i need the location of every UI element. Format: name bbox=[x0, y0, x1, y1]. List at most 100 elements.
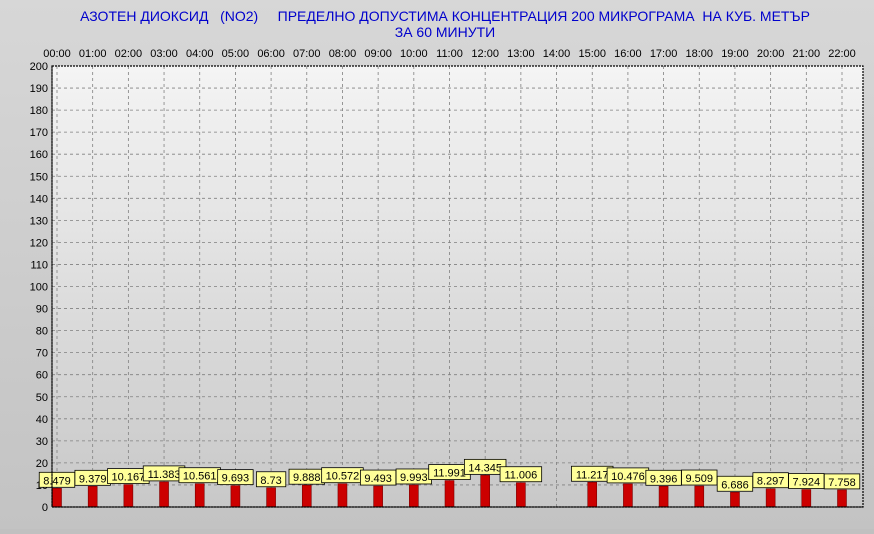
x-tick-label: 18:00 bbox=[686, 48, 714, 60]
y-tick-label: 0 bbox=[42, 502, 48, 514]
value-label-text: 9.509 bbox=[686, 473, 714, 485]
bar bbox=[230, 485, 241, 508]
value-label: 9.693 bbox=[217, 469, 254, 486]
x-tick-label: 07:00 bbox=[293, 48, 321, 60]
bar bbox=[337, 483, 348, 508]
value-label-text: 10.167 bbox=[112, 472, 146, 484]
chart-subtitle: ЗА 60 МИНУТИ bbox=[395, 24, 496, 40]
x-tick-label: 13:00 bbox=[507, 48, 535, 60]
y-tick-label: 90 bbox=[36, 304, 48, 316]
y-tick-label: 30 bbox=[36, 436, 48, 448]
value-label: 9.888 bbox=[288, 468, 325, 485]
y-axis-ticks: 0102030405060708090100110120130140150160… bbox=[30, 61, 48, 514]
x-tick-label: 12:00 bbox=[471, 48, 499, 60]
bar bbox=[765, 488, 776, 508]
x-tick-label: 14:00 bbox=[543, 48, 571, 60]
x-tick-label: 11:00 bbox=[436, 48, 463, 60]
bar bbox=[87, 486, 98, 508]
value-label-text: 11.006 bbox=[504, 470, 537, 482]
value-label-text: 9.888 bbox=[293, 472, 321, 484]
y-tick-label: 180 bbox=[30, 105, 48, 117]
value-label-text: 14.345 bbox=[468, 462, 502, 474]
x-tick-label: 19:00 bbox=[721, 48, 749, 60]
value-label: 6.686 bbox=[716, 475, 754, 492]
y-tick-label: 50 bbox=[36, 392, 48, 404]
x-tick-label: 09:00 bbox=[364, 48, 392, 60]
value-label-text: 8.73 bbox=[260, 475, 281, 487]
value-label: 7.924 bbox=[788, 473, 825, 489]
value-label-text: 6.686 bbox=[721, 479, 749, 491]
value-label-text: 10.572 bbox=[326, 471, 360, 483]
y-tick-label: 190 bbox=[30, 83, 48, 95]
value-label-text: 7.924 bbox=[793, 477, 821, 489]
x-tick-label: 20:00 bbox=[757, 48, 785, 60]
value-label-text: 9.396 bbox=[650, 473, 678, 485]
value-label: 8.73 bbox=[255, 471, 287, 488]
bar bbox=[266, 487, 276, 508]
y-tick-label: 110 bbox=[30, 259, 48, 271]
chart-container: АЗОТЕН ДИОКСИД (NO2) ПРЕДЕЛНО ДОПУСТИМА … bbox=[0, 0, 874, 529]
value-label: 9.396 bbox=[645, 469, 682, 486]
x-tick-label: 04:00 bbox=[186, 48, 214, 60]
bar bbox=[480, 475, 490, 508]
value-label-text: 9.379 bbox=[79, 473, 107, 485]
value-label: 8.297 bbox=[752, 472, 789, 489]
value-label: 10.572 bbox=[321, 467, 364, 484]
no2-bar-chart: АЗОТЕН ДИОКСИД (NO2) ПРЕДЕЛНО ДОПУСТИМА … bbox=[30, 8, 864, 514]
x-tick-label: 17:00 bbox=[650, 48, 678, 60]
bar bbox=[658, 485, 669, 508]
bar bbox=[801, 489, 812, 508]
bar bbox=[730, 491, 740, 508]
value-label-text: 10.476 bbox=[611, 471, 645, 483]
y-tick-label: 60 bbox=[36, 370, 48, 382]
x-axis-ticks: 00:00 01:00 02:00 03:00 04:00 05:00 06:00 07:00… bbox=[43, 48, 856, 60]
x-tick-label: 10:00 bbox=[400, 48, 428, 60]
value-label-text: 8.297 bbox=[757, 476, 785, 488]
x-tick-label: 21:00 bbox=[793, 48, 821, 60]
y-tick-label: 140 bbox=[30, 193, 48, 205]
value-label: 11.006 bbox=[499, 466, 543, 483]
value-label: 9.493 bbox=[359, 469, 397, 486]
value-label: 10.561 bbox=[178, 467, 221, 484]
value-label: 7.758 bbox=[823, 473, 861, 490]
bar bbox=[587, 481, 598, 508]
value-label-text: 11.991 bbox=[433, 468, 466, 480]
bar bbox=[373, 485, 383, 508]
y-tick-label: 70 bbox=[36, 348, 48, 360]
x-tick-label: 15:00 bbox=[578, 48, 606, 60]
value-label-text: 9.993 bbox=[400, 472, 428, 484]
bar bbox=[409, 484, 419, 508]
value-label-text: 11.383 bbox=[148, 469, 181, 481]
bar bbox=[301, 484, 312, 508]
bar bbox=[123, 484, 134, 508]
x-tick-label: 01:00 bbox=[79, 48, 107, 60]
x-tick-label: 06:00 bbox=[257, 48, 285, 60]
x-tick-label: 22:00 bbox=[828, 48, 856, 60]
value-label: 10.476 bbox=[606, 467, 650, 484]
value-label-text: 9.693 bbox=[222, 473, 250, 485]
bar bbox=[694, 485, 705, 508]
x-tick-label: 08:00 bbox=[329, 48, 357, 60]
x-tick-label: 03:00 bbox=[150, 48, 178, 60]
value-label-text: 11.217 bbox=[576, 469, 609, 481]
bar bbox=[444, 480, 455, 508]
y-tick-label: 170 bbox=[30, 127, 48, 139]
x-tick-label: 05:00 bbox=[222, 48, 250, 60]
bar bbox=[623, 483, 633, 508]
bar bbox=[837, 489, 847, 508]
y-tick-label: 40 bbox=[36, 414, 48, 426]
value-label: 9.993 bbox=[395, 468, 432, 485]
value-label: 9.379 bbox=[74, 469, 111, 486]
value-label-text: 9.493 bbox=[364, 473, 392, 485]
bar bbox=[52, 488, 62, 508]
y-tick-label: 200 bbox=[30, 61, 48, 73]
value-label-text: 7.758 bbox=[828, 477, 856, 489]
y-tick-label: 100 bbox=[30, 282, 48, 294]
y-tick-label: 120 bbox=[30, 237, 48, 249]
value-label: 8.479 bbox=[38, 471, 76, 488]
bar bbox=[194, 483, 205, 508]
y-tick-label: 150 bbox=[30, 171, 48, 183]
value-label-text: 10.561 bbox=[183, 471, 217, 483]
x-tick-label: 00:00 bbox=[43, 48, 71, 60]
bar bbox=[516, 482, 526, 508]
